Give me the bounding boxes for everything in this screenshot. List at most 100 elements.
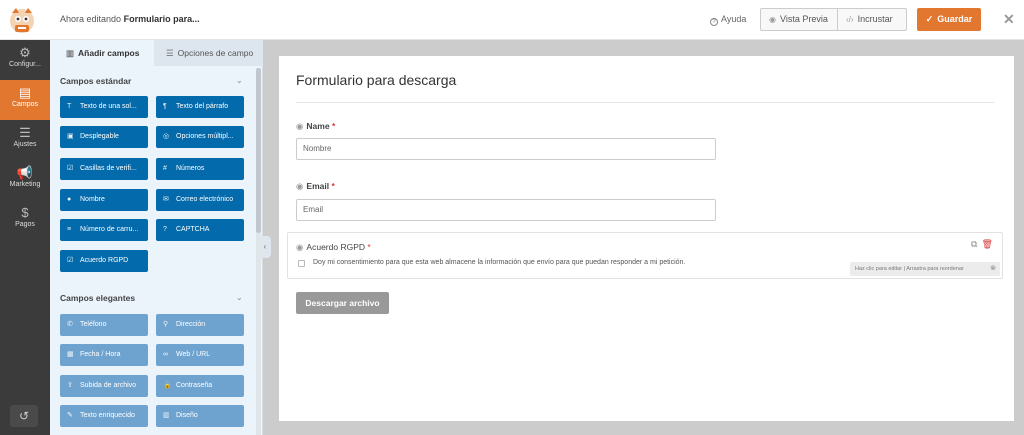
lock-icon: 🔒 <box>163 382 172 389</box>
question-icon: ? <box>163 226 167 233</box>
help-label: Ayuda <box>721 14 747 24</box>
hash-icon: # <box>163 165 167 172</box>
close-icon[interactable]: ⊗ <box>990 262 996 276</box>
field-button-email[interactable]: ✉ Correo electrónico <box>156 189 244 211</box>
help-link[interactable]: ? Ayuda <box>710 14 746 26</box>
sliders-icon: ☰ <box>166 48 174 58</box>
divider <box>296 102 994 103</box>
history-icon: ↺ <box>18 409 30 423</box>
form-preview: Formulario para descarga ◉ Name * Nombre … <box>279 56 1014 421</box>
required-marker: * <box>331 181 335 191</box>
location-icon: ⚲ <box>163 321 169 328</box>
chevron-left-icon: ‹ <box>263 242 267 251</box>
tab-field-options[interactable]: ☰ Opciones de campo <box>154 40 263 66</box>
sidebar-item-payments[interactable]: $ Pagos <box>0 200 50 240</box>
section-fancy-fields[interactable]: Campos elegantes <box>60 293 135 303</box>
sidebar-item-label: Campos <box>11 101 39 108</box>
calendar-icon: ▦ <box>67 351 74 358</box>
field-button-number-slider[interactable]: ≡ Número de carru... <box>60 219 148 241</box>
sidebar-item-settings[interactable]: ⚙ Configur... <box>0 40 50 80</box>
sidebar-item-label: Ajustes <box>13 141 37 148</box>
text-icon: T <box>67 103 72 110</box>
envelope-icon: ✉ <box>163 196 169 203</box>
list-icon: ▥ <box>66 48 75 58</box>
preview-button[interactable]: ◉ Vista Previa <box>760 8 838 31</box>
edit-hint: Haz clic para editar | Arrastra para reo… <box>850 262 1000 276</box>
form-title[interactable]: Formulario para descarga <box>296 72 456 88</box>
chevron-down-icon[interactable]: ⌄ <box>236 293 243 302</box>
field-button-paragraph[interactable]: ¶ Texto del párrafo <box>156 96 244 118</box>
fields-icon: ▤ <box>18 85 32 100</box>
sidebar-item-ajustes[interactable]: ☰ Ajustes <box>0 120 50 160</box>
sliders-icon: ≡ <box>67 226 72 233</box>
gear-icon: ⚙ <box>19 45 31 60</box>
field-button-rich-text[interactable]: ✎ Texto enriquecido <box>60 405 148 427</box>
checkbox-icon: ☑ <box>67 165 74 172</box>
name-field-label[interactable]: ◉ Name * <box>296 121 335 132</box>
scrollbar-thumb[interactable] <box>256 68 261 233</box>
tab-add-fields[interactable]: ▥ Añadir campos <box>50 40 154 66</box>
field-button-dropdown[interactable]: ▣ Desplegable <box>60 126 148 148</box>
code-icon: ‹/› <box>846 15 854 24</box>
section-standard-fields[interactable]: Campos estándar <box>60 76 131 86</box>
tab-label: Añadir campos <box>78 48 140 58</box>
editing-prefix: Ahora editando <box>60 14 122 24</box>
revisions-button[interactable]: ↺ <box>10 405 38 427</box>
gdpr-field[interactable]: ◉ Acuerdo RGPD * Doy mi consentimiento pa… <box>287 232 1003 279</box>
field-button-single-line[interactable]: T Texto de una sol... <box>60 96 148 118</box>
field-button-password[interactable]: 🔒 Contraseña <box>156 375 244 397</box>
field-button-file-upload[interactable]: ⇪ Subida de archivo <box>60 375 148 397</box>
chevron-down-icon[interactable]: ⌄ <box>236 76 243 85</box>
eye-icon: ◉ <box>769 15 776 24</box>
layout-icon: ▥ <box>163 412 170 419</box>
gdpr-field-label: ◉ Acuerdo RGPD * <box>296 242 371 252</box>
eye-icon: ◉ <box>296 121 304 131</box>
field-button-address[interactable]: ⚲ Dirección <box>156 314 244 336</box>
embed-label: Incrustar <box>857 14 893 24</box>
collapse-panel-handle[interactable]: ‹ <box>259 236 271 258</box>
sidebar-item-marketing[interactable]: 📢 Marketing <box>0 160 50 200</box>
phone-icon: ✆ <box>67 321 73 328</box>
megaphone-icon: 📢 <box>16 165 34 180</box>
required-marker: * <box>367 242 371 252</box>
email-input[interactable]: Email <box>296 199 716 221</box>
field-actions: ⧉ 🗑 <box>971 239 993 250</box>
top-bar: Ahora editando Formulario para... ? Ayuda… <box>0 0 1024 40</box>
field-button-gdpr[interactable]: ☑ Acuerdo RGPD <box>60 250 148 272</box>
link-icon: ∞ <box>163 351 168 358</box>
question-icon: ? <box>710 18 718 26</box>
name-input[interactable]: Nombre <box>296 138 716 160</box>
user-icon: ● <box>67 196 72 203</box>
field-button-checkboxes[interactable]: ☑ Casillas de verifi... <box>60 158 148 180</box>
gdpr-consent-text: Doy mi consentimiento para que esta web … <box>313 259 686 266</box>
field-button-captcha[interactable]: ? CAPTCHA <box>156 219 244 241</box>
field-button-phone[interactable]: ✆ Teléfono <box>60 314 148 336</box>
sidebar-item-fields[interactable]: ▤ Campos <box>0 80 50 120</box>
save-label: Guardar <box>937 14 973 24</box>
duplicate-icon[interactable]: ⧉ <box>971 239 977 249</box>
sidebar-item-label: Marketing <box>9 181 41 188</box>
field-button-url[interactable]: ∞ Web / URL <box>156 344 244 366</box>
paragraph-icon: ¶ <box>163 103 167 110</box>
check-icon: ☑ <box>67 257 74 264</box>
field-button-layout[interactable]: ▥ Diseño <box>156 405 244 427</box>
page-title: Ahora editando Formulario para... <box>60 14 200 24</box>
email-field-label[interactable]: ◉ Email * <box>296 181 335 192</box>
field-button-date-time[interactable]: ▦ Fecha / Hora <box>60 344 148 366</box>
dropdown-icon: ▣ <box>67 133 74 140</box>
save-button[interactable]: ✓ Guardar <box>917 8 981 31</box>
field-button-numbers[interactable]: # Números <box>156 158 244 180</box>
field-button-name[interactable]: ● Nombre <box>60 189 148 211</box>
radio-icon: ◎ <box>163 133 170 140</box>
tab-label: Opciones de campo <box>177 48 254 58</box>
submit-button[interactable]: Descargar archivo <box>296 292 389 314</box>
eye-icon: ◉ <box>296 181 304 191</box>
required-marker: * <box>331 121 336 131</box>
close-icon[interactable]: ✕ <box>1003 11 1015 28</box>
embed-button[interactable]: ‹/› Incrustar <box>837 8 907 31</box>
gdpr-checkbox[interactable] <box>298 260 305 267</box>
sliders-icon: ☰ <box>19 125 31 140</box>
trash-icon[interactable]: 🗑 <box>981 239 992 249</box>
form-name: Formulario para... <box>123 14 200 24</box>
field-button-multiple-choice[interactable]: ◎ Opciones múltipl... <box>156 126 244 148</box>
